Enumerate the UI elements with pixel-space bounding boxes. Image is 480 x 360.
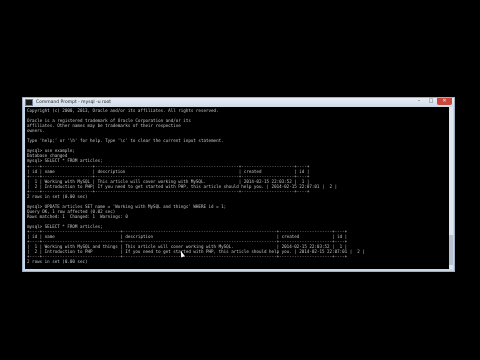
vertical-scrollbar[interactable] xyxy=(449,107,453,269)
maximize-button[interactable]: □ xyxy=(425,98,437,105)
command-prompt-icon xyxy=(25,99,33,106)
console-lines: Copyright (c) 2000, 2013, Oracle and/or … xyxy=(25,107,449,269)
command-prompt-window[interactable]: Command Prompt - mysql -u root – □ ✕ Cop… xyxy=(22,97,455,272)
close-button[interactable]: ✕ xyxy=(437,98,452,105)
console-output[interactable]: Copyright (c) 2000, 2013, Oracle and/or … xyxy=(25,107,449,269)
minimize-button[interactable]: – xyxy=(413,98,425,105)
window-controls: – □ ✕ xyxy=(413,98,452,106)
scrollbar-thumb[interactable] xyxy=(449,235,453,265)
window-title: Command Prompt - mysql -u root xyxy=(36,100,112,105)
title-bar[interactable]: Command Prompt - mysql -u root – □ ✕ xyxy=(23,98,454,107)
